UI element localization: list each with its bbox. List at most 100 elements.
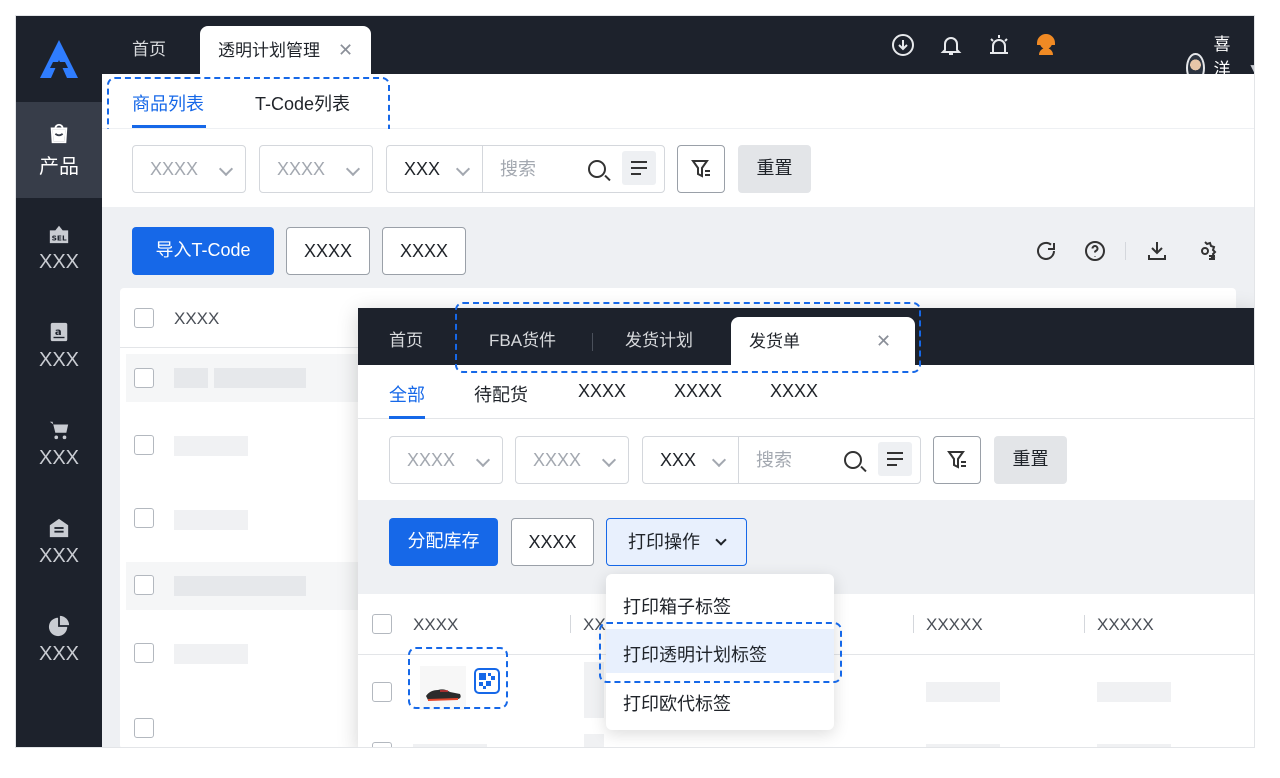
placeholder	[174, 576, 306, 596]
subtab-4[interactable]: XXXX	[674, 381, 722, 402]
filter-select-1[interactable]: XXXX	[389, 436, 503, 484]
sidebar-item-analytics[interactable]: XXX	[16, 592, 102, 688]
sidebar-item-label: 产品	[39, 155, 79, 178]
table-header-cell: XXXX	[174, 309, 220, 328]
filter-bar: XXXX XXXX XXX 搜索 重置	[358, 420, 1254, 500]
select-value: XXXX	[277, 158, 326, 179]
tab-transparency[interactable]: 透明计划管理 ✕	[200, 26, 372, 74]
field-select[interactable]: XXX	[386, 145, 483, 193]
chevron-down-icon	[601, 452, 617, 468]
download-icon[interactable]	[891, 33, 915, 57]
subtab-bar: 全部 待配货 XXXX XXXX XXXX	[358, 365, 1254, 419]
select-value: XXX	[660, 449, 697, 470]
highlight-box	[107, 77, 390, 137]
import-tcode-button[interactable]: 导入T-Code	[132, 227, 274, 275]
warehouse-icon	[49, 518, 69, 537]
sidebar-item-sel[interactable]: SEL XXX	[16, 200, 102, 296]
subtab-pending[interactable]: 待配货	[474, 381, 528, 407]
sidebar-item-label: XXX	[38, 544, 80, 567]
highlight-box	[599, 622, 842, 683]
svg-text:a: a	[55, 326, 62, 337]
caret-down-icon: ▼	[1248, 61, 1254, 75]
shopping-bag-icon	[50, 123, 68, 143]
placeholder	[926, 744, 1000, 747]
row-checkbox[interactable]	[134, 508, 154, 528]
placeholder	[584, 734, 604, 747]
refresh-icon[interactable]	[1034, 239, 1058, 263]
settings-icon[interactable]	[1194, 239, 1218, 263]
filter-select-2[interactable]: XXXX	[259, 145, 373, 193]
tab-home[interactable]: 首页	[389, 317, 423, 365]
highlight-box	[408, 647, 508, 709]
placeholder	[174, 644, 248, 664]
subtab-5[interactable]: XXXX	[770, 381, 818, 402]
row-checkbox[interactable]	[134, 718, 154, 738]
chevron-down-icon	[711, 452, 727, 468]
filter-select-2[interactable]: XXXX	[515, 436, 629, 484]
row-checkbox[interactable]	[372, 682, 392, 702]
filter-bar: XXXX XXXX XXX 搜索 重置	[102, 129, 1254, 207]
search-placeholder: 搜索	[756, 450, 792, 470]
row-checkbox[interactable]	[134, 643, 154, 663]
sidebar-item-amazon[interactable]: a XXX	[16, 298, 102, 394]
search-icon[interactable]	[844, 451, 862, 469]
chevron-down-icon	[455, 161, 471, 177]
sidebar: 产品 SEL XXX a XXX XXX XXX XXX	[16, 16, 102, 747]
chevron-down-icon	[715, 534, 727, 546]
print-actions-button[interactable]: 打印操作	[606, 518, 747, 566]
subtab-all[interactable]: 全部	[389, 381, 425, 407]
chevron-down-icon	[345, 161, 361, 177]
divider	[1084, 615, 1085, 633]
row-checkbox[interactable]	[134, 368, 154, 388]
subtab-3[interactable]: XXXX	[578, 381, 626, 402]
menu-item-print-box-label[interactable]: 打印箱子标签	[623, 593, 731, 619]
table-header-cell: XXXX	[413, 615, 459, 634]
placeholder	[1097, 682, 1171, 702]
reset-button[interactable]: 重置	[738, 145, 811, 193]
placeholder	[214, 368, 306, 388]
select-all-checkbox[interactable]	[372, 614, 392, 634]
chevron-down-icon	[218, 161, 234, 177]
placeholder	[413, 744, 487, 747]
filter-icon	[691, 160, 710, 178]
action-button-2[interactable]: XXXX	[382, 227, 466, 275]
amazon-icon: a	[50, 322, 68, 341]
sidebar-item-label: XXX	[38, 250, 80, 273]
action-button-1[interactable]: XXXX	[511, 518, 594, 566]
action-button-1[interactable]: XXXX	[286, 227, 370, 275]
allocate-stock-button[interactable]: 分配库存	[389, 518, 498, 566]
menu-item-print-eu-label[interactable]: 打印欧代标签	[623, 690, 731, 716]
support-agent-icon[interactable]	[1034, 33, 1058, 57]
filter-icon	[947, 451, 966, 469]
tab-label: 透明计划管理	[218, 41, 320, 60]
button-label: 打印操作	[627, 532, 700, 552]
search-icon[interactable]	[588, 160, 606, 178]
filter-select-1[interactable]: XXXX	[132, 145, 246, 193]
filter-button[interactable]	[677, 145, 725, 193]
table-header-cell: XXXXX	[926, 615, 983, 634]
alarm-light-icon[interactable]	[987, 33, 1011, 57]
help-icon[interactable]	[1083, 239, 1107, 263]
top-bar: 首页 透明计划管理✕ 喜洋洋 ▼	[102, 16, 1254, 104]
sidebar-item-cart[interactable]: XXX	[16, 396, 102, 492]
svg-text:SEL: SEL	[52, 233, 67, 242]
row-checkbox[interactable]	[134, 575, 154, 595]
sidebar-item-products[interactable]: 产品	[16, 102, 102, 198]
menu-lines-icon[interactable]	[878, 442, 912, 476]
tab-home[interactable]: 首页	[132, 26, 166, 74]
placeholder	[174, 436, 248, 456]
bell-icon[interactable]	[939, 33, 963, 57]
row-checkbox[interactable]	[372, 742, 392, 747]
pie-chart-icon	[48, 615, 70, 636]
reset-button[interactable]: 重置	[994, 436, 1067, 484]
row-checkbox[interactable]	[134, 435, 154, 455]
close-icon[interactable]: ✕	[338, 40, 353, 60]
menu-lines-icon[interactable]	[622, 151, 656, 185]
select-all-checkbox[interactable]	[134, 308, 154, 328]
sidebar-item-warehouse[interactable]: XXX	[16, 494, 102, 590]
sidebar-item-label: XXX	[38, 642, 80, 665]
export-icon[interactable]	[1145, 239, 1169, 263]
field-select[interactable]: XXX	[642, 436, 739, 484]
logo-icon	[40, 40, 78, 78]
filter-button[interactable]	[933, 436, 981, 484]
